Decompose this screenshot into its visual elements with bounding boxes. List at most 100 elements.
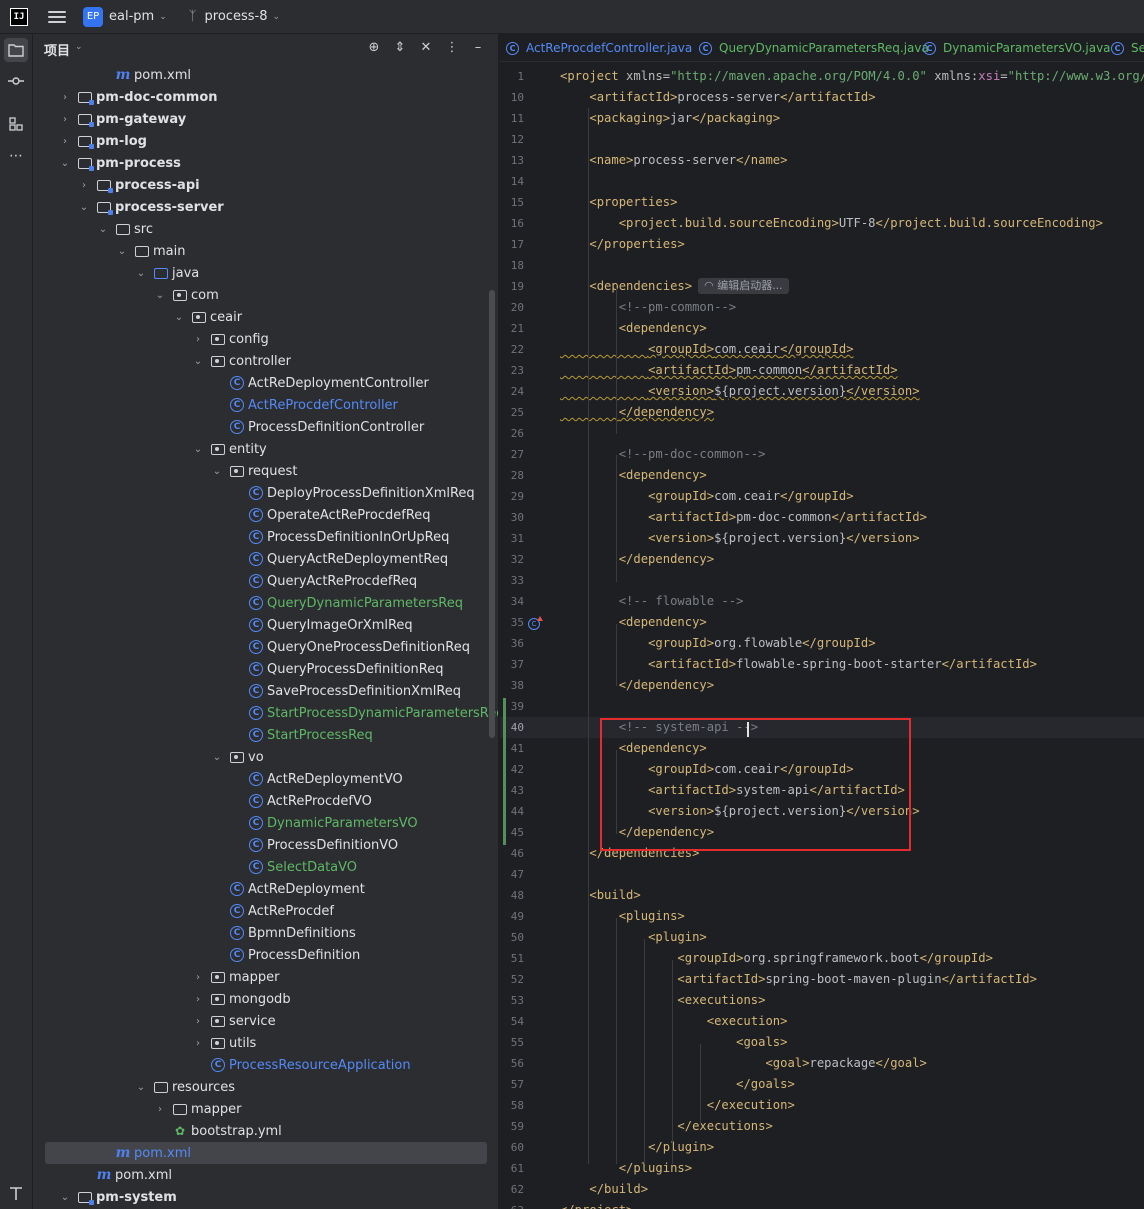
chevron-down-icon[interactable]: ⌄ [211,752,223,763]
code-line[interactable]: 12 [500,129,1144,150]
app-logo[interactable]: IJ [10,7,28,26]
chevron-down-icon[interactable]: ⌄ [75,42,83,52]
tree-item[interactable]: ⌄ pm-process [33,152,498,174]
chevron-down-icon[interactable]: ⌄ [135,268,147,279]
code-line[interactable]: 58 </execution> [500,1095,1144,1116]
code-line[interactable]: 61 </plugins> [500,1158,1144,1179]
code-line[interactable]: 11 <packaging>jar</packaging> [500,108,1144,129]
code-line[interactable]: 16 <project.build.sourceEncoding>UTF-8</… [500,213,1144,234]
tree-item[interactable]: ⌄ resources [33,1076,498,1098]
tree-item[interactable]: › mapper [33,966,498,988]
tree-item[interactable]: ⌄ com [33,284,498,306]
chevron-down-icon[interactable]: ⌄ [192,356,204,367]
tree-item[interactable]: C ProcessDefinitionInOrUpReq [33,526,498,548]
chevron-down-icon[interactable]: ⌄ [116,246,128,257]
tree-item[interactable]: C BpmnDefinitions [33,922,498,944]
code-line[interactable]: 14 [500,171,1144,192]
code-line[interactable]: 19 <dependencies> ◠ 编辑启动器... [500,276,1144,297]
tree-item[interactable]: C QueryActReDeploymentReq [33,548,498,570]
code-line[interactable]: 59 </executions> [500,1116,1144,1137]
terminal-icon[interactable] [4,1182,28,1206]
options-icon[interactable]: ⋮ [443,39,461,57]
chevron-down-icon[interactable]: ⌄ [192,444,204,455]
git-branch-icon[interactable]: ᛉ [189,9,197,24]
chevron-right-icon[interactable]: › [59,92,71,103]
tree-item[interactable]: C ProcessDefinitionController [33,416,498,438]
minimize-icon[interactable]: – [469,39,487,57]
code-line[interactable]: 1 <project xmlns="http://maven.apache.org… [500,66,1144,87]
commit-icon[interactable] [4,69,28,93]
tree-item[interactable]: C QueryDynamicParametersReq [33,592,498,614]
tree-item[interactable]: ⌄ src [33,218,498,240]
code-line[interactable]: 57 </goals> [500,1074,1144,1095]
spring-override-icon[interactable]: C [528,616,543,630]
code-line[interactable]: 52 <artifactId>spring-boot-maven-plugin<… [500,969,1144,990]
tree-item[interactable]: C QueryActReProcdefReq [33,570,498,592]
chevron-down-icon[interactable]: ⌄ [78,202,90,213]
tree-item[interactable]: C OperateActReProcdefReq [33,504,498,526]
code-line[interactable]: 50 <plugin> [500,927,1144,948]
code-line[interactable]: 34 <!-- flowable --> [500,591,1144,612]
chevron-right-icon[interactable]: › [192,994,204,1005]
code-line[interactable]: 15 <properties> [500,192,1144,213]
tree-item[interactable]: › pm-gateway [33,108,498,130]
tree-item[interactable]: ⌄ pm-system [33,1186,498,1208]
chevron-right-icon[interactable]: › [192,334,204,345]
code-line[interactable]: 56 <goal>repackage</goal> [500,1053,1144,1074]
chevron-right-icon[interactable]: › [192,1016,204,1027]
tree-item[interactable]: ⌄ entity [33,438,498,460]
code-line[interactable]: 18 [500,255,1144,276]
code-line[interactable]: 49 <plugins> [500,906,1144,927]
tree-item[interactable]: C ActReDeploymentVO [33,768,498,790]
tree-scrollbar[interactable] [489,290,495,738]
expand-all-icon[interactable]: ⇕ [391,39,409,57]
chevron-down-icon[interactable]: ⌄ [154,290,166,301]
chevron-right-icon[interactable]: › [78,180,90,191]
tree-item[interactable]: › config [33,328,498,350]
code-line[interactable]: 27 <!--pm-doc-common--> [500,444,1144,465]
tree-item[interactable]: C ActReDeploymentController [33,372,498,394]
tab-dynamic-parameters-vo[interactable]: C DynamicParametersVO.java [923,34,1111,62]
tree-item[interactable]: C SelectDataVO [33,856,498,878]
code-line[interactable]: 54 <execution> [500,1011,1144,1032]
tree-item[interactable]: C ProcessDefinitionVO [33,834,498,856]
tree-item[interactable]: › pm-log [33,130,498,152]
project-name[interactable]: eal-pm [109,9,154,24]
code-line[interactable]: 60 </plugin> [500,1137,1144,1158]
code-line[interactable]: 36 <groupId>org.flowable</groupId> [500,633,1144,654]
code-line[interactable]: 48 <build> [500,885,1144,906]
tree-item[interactable]: ⌄ vo [33,746,498,768]
code-line[interactable]: 47 [500,864,1144,885]
code-line[interactable]: 25 </dependency> [500,402,1144,423]
code-line[interactable]: 22 <groupId>com.ceair</groupId> [500,339,1144,360]
tree-item[interactable]: › process-api [33,174,498,196]
chevron-right-icon[interactable]: › [192,1038,204,1049]
code-line[interactable]: 39 [500,696,1144,717]
chevron-down-icon[interactable]: ⌄ [59,1192,71,1203]
code-line[interactable]: 21 <dependency> [500,318,1144,339]
project-icon[interactable] [4,38,28,62]
tree-item[interactable]: › service [33,1010,498,1032]
tree-item[interactable]: › utils [33,1032,498,1054]
chevron-down-icon[interactable]: ⌄ [97,224,109,235]
chevron-right-icon[interactable]: › [154,1104,166,1115]
tree-item[interactable]: › mongodb [33,988,498,1010]
code-line[interactable]: 20 <!--pm-common--> [500,297,1144,318]
project-panel-title[interactable]: 项目 [44,40,70,59]
tree-item[interactable]: ⌄ ceair [33,306,498,328]
code-line[interactable]: 26 [500,423,1144,444]
chevron-down-icon[interactable]: ⌄ [135,1082,147,1093]
chevron-down-icon[interactable]: ⌄ [211,466,223,477]
chevron-right-icon[interactable]: › [59,114,71,125]
locate-icon[interactable]: ⊕ [365,39,383,57]
chevron-down-icon[interactable]: ⌄ [159,12,167,22]
tree-item[interactable]: › pm-doc-common [33,86,498,108]
tree-item[interactable]: C ProcessResourceApplication [33,1054,498,1076]
code-line[interactable]: 23 <artifactId>pm-common</artifactId> [500,360,1144,381]
code-line[interactable]: 38 </dependency> [500,675,1144,696]
tree-item[interactable]: C DeployProcessDefinitionXmlReq [33,482,498,504]
code-line[interactable]: 32 </dependency> [500,549,1144,570]
tree-item[interactable]: ⌄ request [33,460,498,482]
tree-item[interactable]: C ActReProcdef [33,900,498,922]
code-line[interactable]: 29 <groupId>com.ceair</groupId> [500,486,1144,507]
